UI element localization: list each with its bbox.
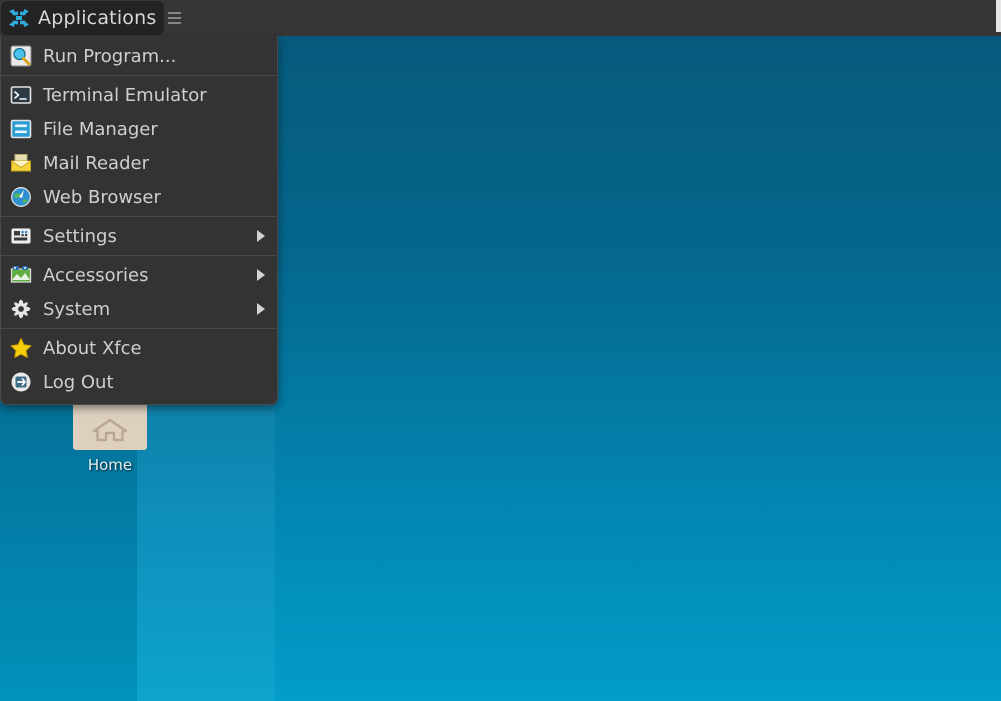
web-browser-icon bbox=[9, 185, 33, 209]
menu-item-label: Log Out bbox=[43, 371, 114, 393]
menu-item-mail-reader[interactable]: Mail Reader bbox=[1, 146, 277, 180]
accessories-icon bbox=[9, 263, 33, 287]
terminal-icon bbox=[9, 83, 33, 107]
menu-item-label: System bbox=[43, 298, 111, 320]
run-program-icon bbox=[9, 44, 33, 68]
menu-item-label: Settings bbox=[43, 225, 117, 247]
mail-icon bbox=[9, 151, 33, 175]
desktop-icon-label: Home bbox=[87, 456, 133, 474]
file-manager-icon bbox=[9, 117, 33, 141]
menu-item-terminal-emulator[interactable]: Terminal Emulator bbox=[1, 78, 277, 112]
menu-item-label: Mail Reader bbox=[43, 152, 149, 174]
menu-item-about-xfce[interactable]: About Xfce bbox=[1, 331, 277, 365]
menu-item-label: Terminal Emulator bbox=[43, 84, 207, 106]
menu-item-web-browser[interactable]: Web Browser bbox=[1, 180, 277, 214]
menu-item-run-program[interactable]: Run Program... bbox=[1, 39, 277, 73]
menu-separator bbox=[1, 255, 277, 256]
menu-separator bbox=[1, 328, 277, 329]
star-icon bbox=[9, 336, 33, 360]
menu-item-label: Accessories bbox=[43, 264, 149, 286]
logout-icon bbox=[9, 370, 33, 394]
menu-item-file-manager[interactable]: File Manager bbox=[1, 112, 277, 146]
menu-item-settings[interactable]: Settings bbox=[1, 219, 277, 253]
menu-item-system[interactable]: System bbox=[1, 292, 277, 326]
house-glyph bbox=[92, 418, 128, 442]
xfce-mouse-icon bbox=[9, 9, 29, 27]
menu-item-label: Run Program... bbox=[43, 45, 177, 67]
settings-icon bbox=[9, 224, 33, 248]
menu-separator bbox=[1, 75, 277, 76]
xfce-panel: Applications bbox=[0, 0, 1001, 36]
menu-item-label: About Xfce bbox=[43, 337, 142, 359]
wallpaper-band-right bbox=[275, 0, 1001, 701]
menu-item-label: File Manager bbox=[43, 118, 158, 140]
chevron-right-icon bbox=[257, 269, 265, 281]
chevron-right-icon bbox=[257, 230, 265, 242]
menu-item-accessories[interactable]: Accessories bbox=[1, 258, 277, 292]
menu-separator bbox=[1, 216, 277, 217]
system-gear-icon bbox=[9, 297, 33, 321]
panel-handle-icon[interactable] bbox=[168, 12, 182, 24]
chevron-right-icon bbox=[257, 303, 265, 315]
applications-menu-button[interactable]: Applications bbox=[1, 1, 165, 35]
applications-button-label: Applications bbox=[38, 7, 157, 29]
menu-item-label: Web Browser bbox=[43, 186, 161, 208]
panel-edge-strip bbox=[996, 0, 1001, 32]
applications-menu: Run Program... Terminal Emulator File Ma… bbox=[0, 36, 278, 405]
menu-item-log-out[interactable]: Log Out bbox=[1, 365, 277, 399]
